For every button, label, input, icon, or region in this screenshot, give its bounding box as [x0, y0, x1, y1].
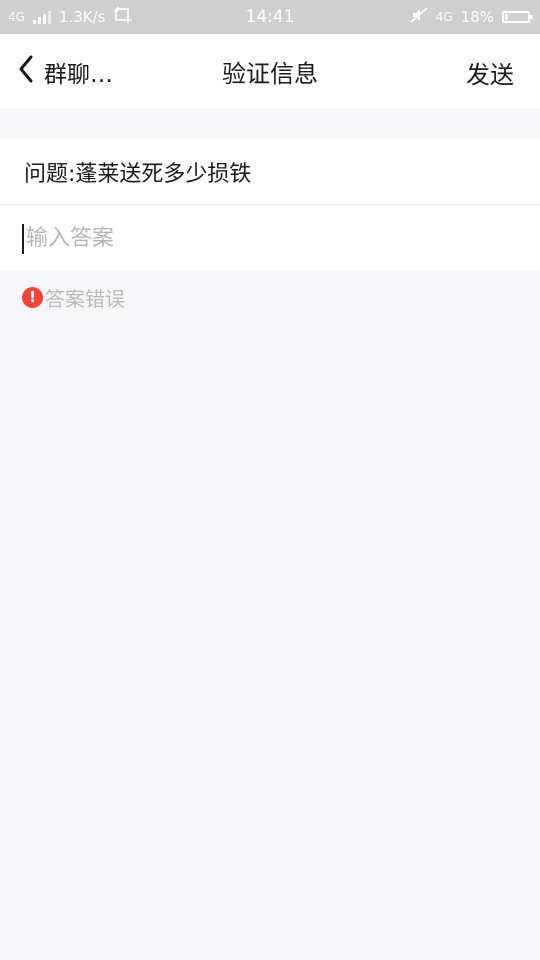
battery-icon: [502, 11, 533, 23]
network-type-right: 4G: [435, 10, 453, 24]
mute-icon: [410, 7, 428, 27]
nav-bar: 群聊… 验证信息 发送: [0, 34, 540, 108]
answer-row: [0, 206, 540, 271]
battery-percent: 18%: [460, 8, 494, 26]
status-right: 4G 18%: [410, 0, 533, 34]
page-title: 验证信息: [222, 59, 318, 88]
question-label: 问题:蓬莱送死多少损铁: [0, 139, 540, 205]
error-icon: !: [22, 286, 43, 308]
status-bar: 4G 1.3K/s 14:41 4G 18%: [0, 0, 540, 34]
error-text: 答案错误: [45, 286, 125, 311]
error-message: ! 答案错误: [22, 284, 125, 311]
send-button[interactable]: 发送: [466, 52, 514, 92]
answer-input[interactable]: [22, 223, 506, 254]
